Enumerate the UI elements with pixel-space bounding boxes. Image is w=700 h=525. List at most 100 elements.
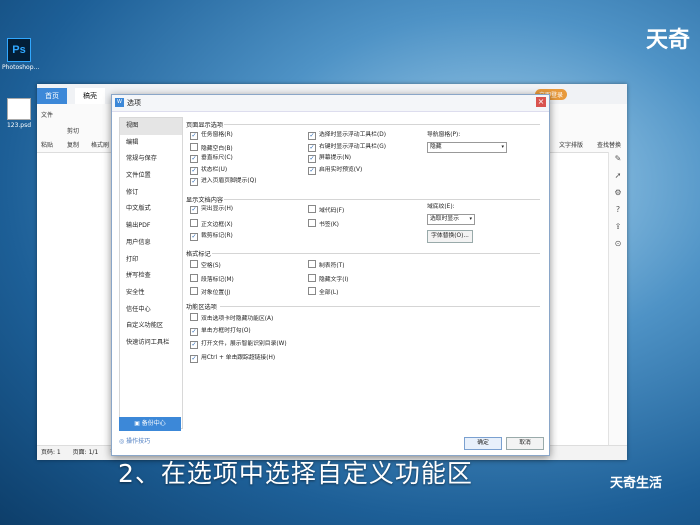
copy-button[interactable]: 复制 <box>67 140 79 149</box>
cancel-button[interactable]: 取消 <box>506 437 544 450</box>
tips-link[interactable]: ◎ 操作技巧 <box>119 436 150 445</box>
checkmark-icon: ✓ <box>190 178 198 186</box>
nav-item[interactable]: 输出PDF <box>120 218 182 235</box>
option-label: 启用实时预览(V) <box>319 166 363 173</box>
checkmark-icon: ✓ <box>190 166 198 175</box>
nav-item[interactable]: 编辑 <box>120 135 182 152</box>
field-shading-select[interactable]: 选取时显示 ▾ <box>427 214 475 225</box>
divider <box>224 124 540 125</box>
option-label: 用Ctrl + 单击跟踪超链接(H) <box>201 354 276 361</box>
option-label: 双击选项卡时隐藏功能区(A) <box>201 316 274 322</box>
nav-pane-value: 隐藏 <box>430 144 442 150</box>
divider <box>220 306 540 307</box>
pen-icon[interactable]: ✎ <box>609 154 627 169</box>
option-label: 任务窗格(R) <box>201 132 233 138</box>
share-icon[interactable]: ⇪ <box>609 222 627 237</box>
photoshop-icon: Ps <box>7 38 31 62</box>
checkmark-icon: ✓ <box>190 155 198 163</box>
nav-item[interactable]: 常规与保存 <box>120 151 182 168</box>
option-label: 正文边框(X) <box>201 221 233 228</box>
help-icon[interactable]: ? <box>609 205 627 220</box>
watermark: 天奇生活 <box>609 476 662 491</box>
option-checkbox[interactable]: 双击选项卡时隐藏功能区(A) <box>190 313 273 324</box>
tab-document[interactable]: 稿壳 <box>75 88 105 104</box>
option-checkbox[interactable]: ✓ 单击方框时打勾(O) <box>190 327 251 336</box>
option-label: 屏幕提示(N) <box>319 155 352 161</box>
section-page-display: 页面显示选项 <box>186 122 224 129</box>
section-doc-content: 显示文档内容 <box>186 197 224 204</box>
nav-item[interactable]: 信任中心 <box>120 302 182 319</box>
location-icon[interactable]: ⊙ <box>609 239 627 254</box>
option-checkbox[interactable]: ✓ 选择时显示浮动工具栏(D) <box>308 131 386 140</box>
psd-file-desktop-icon[interactable]: 123.psd <box>2 98 36 129</box>
nav-pane-select[interactable]: 隐藏 ▾ <box>427 142 507 153</box>
format-painter-button[interactable]: 格式刷 <box>91 140 109 149</box>
status-page: 页码: 1 <box>41 449 61 456</box>
option-label: 书签(K) <box>319 221 339 228</box>
nav-item[interactable]: 用户信息 <box>120 235 182 252</box>
cursor-icon[interactable]: ➚ <box>609 171 627 186</box>
option-label: 全部(L) <box>319 290 339 296</box>
option-checkbox[interactable]: ✓ 进入页眉页脚提示(Q) <box>190 177 256 186</box>
option-checkbox[interactable]: ✓ 任务窗格(R) <box>190 131 233 140</box>
checkmark-icon: ✓ <box>190 341 198 349</box>
checkbox-empty-icon <box>308 273 316 282</box>
status-pages: 页面: 1/1 <box>72 449 99 456</box>
option-label: 域代码(F) <box>319 208 345 214</box>
paste-button[interactable]: 粘贴 <box>41 140 53 149</box>
option-checkbox[interactable]: 隐藏空白(B) <box>190 142 233 154</box>
option-checkbox[interactable]: ✓ 垂直标尺(C) <box>190 154 233 163</box>
option-checkbox[interactable]: ✓ 启用实时预览(V) <box>308 166 362 175</box>
text-layout-button[interactable]: 文字排版 <box>559 140 583 149</box>
nav-item[interactable]: 自定义功能区 <box>120 318 182 335</box>
option-label: 段落标记(M) <box>201 276 234 283</box>
file-menu[interactable]: 文件 <box>41 110 53 119</box>
settings-icon[interactable]: ⚙ <box>609 188 627 203</box>
option-checkbox[interactable]: ✓ 用Ctrl + 单击跟踪超链接(H) <box>190 354 275 363</box>
find-replace-button[interactable]: 查找替换 <box>597 140 621 149</box>
ok-button[interactable]: 确定 <box>464 437 502 450</box>
option-checkbox[interactable]: ✓ 状态栏(U) <box>190 166 227 175</box>
nav-item[interactable]: 快速访问工具栏 <box>120 335 182 352</box>
font-replace-button[interactable]: 字体替换(O)... <box>427 230 473 243</box>
option-checkbox[interactable]: 隐藏文字(I) <box>308 273 348 285</box>
option-checkbox[interactable]: ✓ 打开文件，展示智能识别目录(W) <box>190 340 287 349</box>
option-label: 右键时显示浮动工具栏(G) <box>319 143 386 150</box>
checkmark-icon: ✓ <box>190 354 198 363</box>
nav-item[interactable]: 拼写检查 <box>120 268 182 285</box>
checkmark-icon: ✓ <box>190 206 198 214</box>
dialog-title-bar: W 选项 × <box>112 95 549 112</box>
checkmark-icon: ✓ <box>308 155 316 163</box>
option-checkbox[interactable]: 空格(S) <box>190 260 221 271</box>
tab-home[interactable]: 首页 <box>37 88 67 104</box>
caption: 2、在选项中选择自定义功能区 <box>118 459 473 488</box>
nav-item[interactable]: 修订 <box>120 185 182 202</box>
options-panel: 页面显示选项 ✓ 任务窗格(R) 隐藏空白(B) ✓ 垂直标尺(C) ✓ 状态栏(U) ✓ 进入… <box>184 117 544 427</box>
option-checkbox[interactable]: 全部(L) <box>308 287 338 298</box>
option-checkbox[interactable]: 制表符(T) <box>308 260 344 271</box>
backup-center-button[interactable]: ▣ 备份中心 <box>119 417 181 431</box>
option-checkbox[interactable]: 对象位置(J) <box>190 287 230 298</box>
option-checkbox[interactable]: 域代码(F) <box>308 205 344 216</box>
close-icon[interactable]: × <box>536 97 546 107</box>
option-label: 突出显示(H) <box>201 206 234 212</box>
nav-item[interactable]: 安全性 <box>120 285 182 302</box>
option-checkbox[interactable]: 段落标记(M) <box>190 273 234 285</box>
nav-item[interactable]: 文件位置 <box>120 168 182 185</box>
option-checkbox[interactable]: ✓ 屏幕提示(N) <box>308 154 351 163</box>
option-checkbox[interactable]: ✓ 右键时显示浮动工具栏(G) <box>308 143 386 152</box>
option-checkbox[interactable]: ✓ 突出显示(H) <box>190 205 233 214</box>
option-checkbox[interactable]: 书签(K) <box>308 218 339 230</box>
psd-thumbnail-icon <box>7 98 31 120</box>
cut-button[interactable]: 剪切 <box>67 126 79 135</box>
option-checkbox[interactable]: 正文边框(X) <box>190 218 233 230</box>
nav-item[interactable]: 视图 <box>120 118 182 135</box>
photoshop-desktop-icon[interactable]: Ps Photoshop... <box>2 38 40 71</box>
chevron-down-icon: ▾ <box>469 216 472 222</box>
option-label: 制表符(T) <box>319 263 345 269</box>
desktop-icon-label: Photoshop... <box>2 64 40 71</box>
nav-item[interactable]: 打印 <box>120 252 182 269</box>
nav-item[interactable]: 中文版式 <box>120 201 182 218</box>
desktop-icon-label: 123.psd <box>6 122 32 129</box>
option-checkbox[interactable]: ✓ 裁剪标记(R) <box>190 232 233 241</box>
